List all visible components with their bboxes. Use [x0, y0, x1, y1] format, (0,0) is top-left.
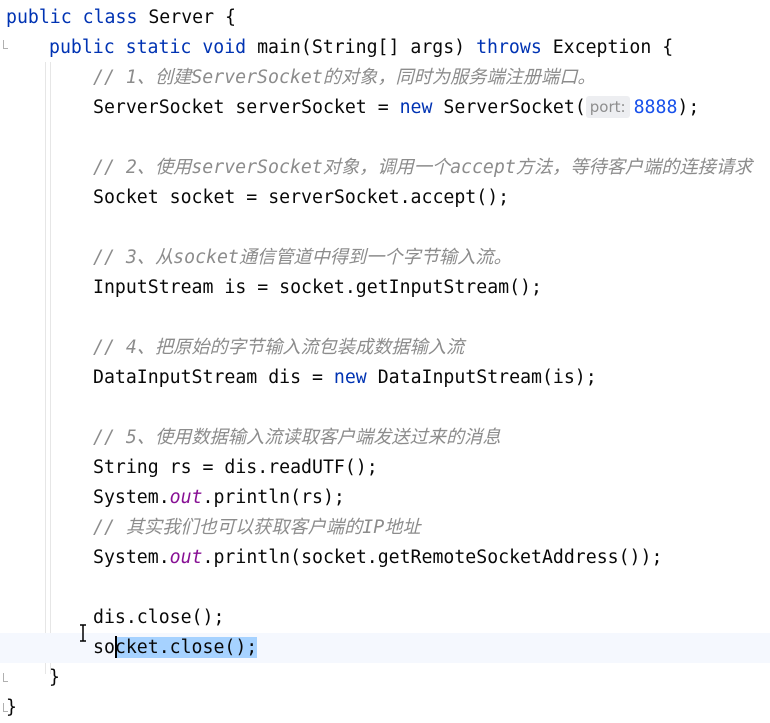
comment-text: // 3、从socket通信管道中得到一个字节输入流。: [93, 247, 512, 268]
code-token: }: [6, 697, 17, 718]
code-token: Exception {: [541, 37, 674, 58]
keyword-token: static: [125, 37, 192, 58]
code-token: String rs = dis.readUTF();: [93, 457, 378, 478]
code-line[interactable]: DataInputStream dis = new DataInputStrea…: [0, 363, 770, 393]
code-token: DataInputStream dis =: [93, 367, 334, 388]
ibeam-cursor-icon: [80, 624, 86, 642]
parameter-hint: port:: [585, 96, 630, 118]
code-line[interactable]: public class Server {: [0, 3, 770, 33]
text-caret: [115, 636, 117, 658]
code-line-content: // 2、使用serverSocket对象，调用一个accept方法，等待客户端…: [93, 153, 752, 183]
code-line[interactable]: System.out.println(socket.getRemoteSocke…: [0, 543, 770, 573]
code-token: so: [93, 637, 115, 658]
keyword-token: public: [6, 7, 72, 28]
code-line[interactable]: // 1、创建ServerSocket的对象，同时为服务端注册端口。: [0, 63, 770, 93]
code-line-content: InputStream is = socket.getInputStream()…: [93, 273, 542, 303]
code-line-content: public class Server {: [6, 3, 236, 33]
code-token: ServerSocket serverSocket =: [93, 97, 400, 118]
code-line[interactable]: // 4、把原始的字节输入流包装成数据输入流: [0, 333, 770, 363]
code-line-content: // 1、创建ServerSocket的对象，同时为服务端注册端口。: [93, 63, 596, 93]
code-line[interactable]: String rs = dis.readUTF();: [0, 453, 770, 483]
code-token: Socket socket = serverSocket.accept();: [93, 187, 510, 208]
comment-text: // 4、把原始的字节输入流包装成数据输入流: [93, 337, 465, 358]
static-field-token: out: [169, 487, 203, 508]
code-line[interactable]: // 其实我们也可以获取客户端的IP地址: [0, 513, 770, 543]
code-line[interactable]: [0, 303, 770, 333]
code-token: }: [49, 667, 60, 688]
code-line-content: DataInputStream dis = new DataInputStrea…: [93, 363, 597, 393]
code-token: Server {: [137, 7, 236, 28]
code-line-content: dis.close();: [93, 603, 224, 633]
keyword-token: class: [82, 7, 138, 28]
code-line-content: String rs = dis.readUTF();: [93, 453, 378, 483]
selected-text: cket.close();: [114, 637, 258, 658]
code-line[interactable]: // 2、使用serverSocket对象，调用一个accept方法，等待客户端…: [0, 153, 770, 183]
keyword-token: void: [202, 37, 247, 58]
code-token: System.: [93, 547, 170, 568]
code-line[interactable]: }: [0, 693, 770, 723]
keyword-token: throws: [476, 37, 542, 58]
code-line[interactable]: ServerSocket serverSocket = new ServerSo…: [0, 93, 770, 123]
code-line[interactable]: Socket socket = serverSocket.accept();: [0, 183, 770, 213]
code-line-content: // 5、使用数据输入流读取客户端发送过来的消息: [93, 423, 501, 453]
number-literal: 8888: [633, 97, 678, 118]
keyword-token: public: [49, 37, 115, 58]
code-line-content: System.out.println(rs);: [93, 483, 345, 513]
code-token: InputStream is = socket.getInputStream()…: [93, 277, 542, 298]
code-line-content: Socket socket = serverSocket.accept();: [93, 183, 509, 213]
code-token: dis.close();: [93, 607, 225, 628]
code-line-content: ServerSocket serverSocket = new ServerSo…: [93, 93, 699, 123]
code-token: main(String[] args): [246, 37, 477, 58]
code-line[interactable]: // 5、使用数据输入流读取客户端发送过来的消息: [0, 423, 770, 453]
keyword-token: new: [333, 367, 367, 388]
code-line-content: // 3、从socket通信管道中得到一个字节输入流。: [93, 243, 512, 273]
code-line[interactable]: public static void main(String[] args) t…: [0, 33, 770, 63]
code-line[interactable]: [0, 123, 770, 153]
keyword-token: new: [399, 97, 433, 118]
code-line[interactable]: [0, 393, 770, 423]
code-editor[interactable]: public class Server {public static void …: [0, 0, 770, 718]
code-line-content: System.out.println(socket.getRemoteSocke…: [93, 543, 662, 573]
code-line-content: }: [49, 663, 60, 693]
code-line[interactable]: System.out.println(rs);: [0, 483, 770, 513]
code-line-content: // 4、把原始的字节输入流包装成数据输入流: [93, 333, 464, 363]
code-token: .println(rs);: [202, 487, 345, 508]
code-token: DataInputStream(is);: [366, 367, 597, 388]
comment-text: // 2、使用serverSocket对象，调用一个accept方法，等待客户端…: [93, 157, 753, 178]
code-line[interactable]: [0, 213, 770, 243]
code-line-content: public static void main(String[] args) t…: [49, 33, 673, 63]
code-line-content: // 其实我们也可以获取客户端的IP地址: [93, 513, 421, 543]
code-line-content: socket.close();: [93, 633, 258, 663]
comment-text: // 1、创建ServerSocket的对象，同时为服务端注册端口。: [93, 67, 596, 88]
code-line[interactable]: // 3、从socket通信管道中得到一个字节输入流。: [0, 243, 770, 273]
static-field-token: out: [169, 547, 203, 568]
code-line[interactable]: [0, 573, 770, 603]
code-token: );: [677, 97, 700, 118]
code-line[interactable]: InputStream is = socket.getInputStream()…: [0, 273, 770, 303]
comment-text: // 5、使用数据输入流读取客户端发送过来的消息: [93, 427, 501, 448]
code-token: .println(socket.getRemoteSocketAddress()…: [202, 547, 663, 568]
code-line[interactable]: dis.close();: [0, 603, 770, 633]
code-token: ServerSocket(: [432, 97, 586, 118]
code-line-content: }: [6, 693, 17, 723]
code-line[interactable]: }: [0, 663, 770, 693]
comment-text: // 其实我们也可以获取客户端的IP地址: [93, 517, 421, 538]
code-token: System.: [93, 487, 170, 508]
